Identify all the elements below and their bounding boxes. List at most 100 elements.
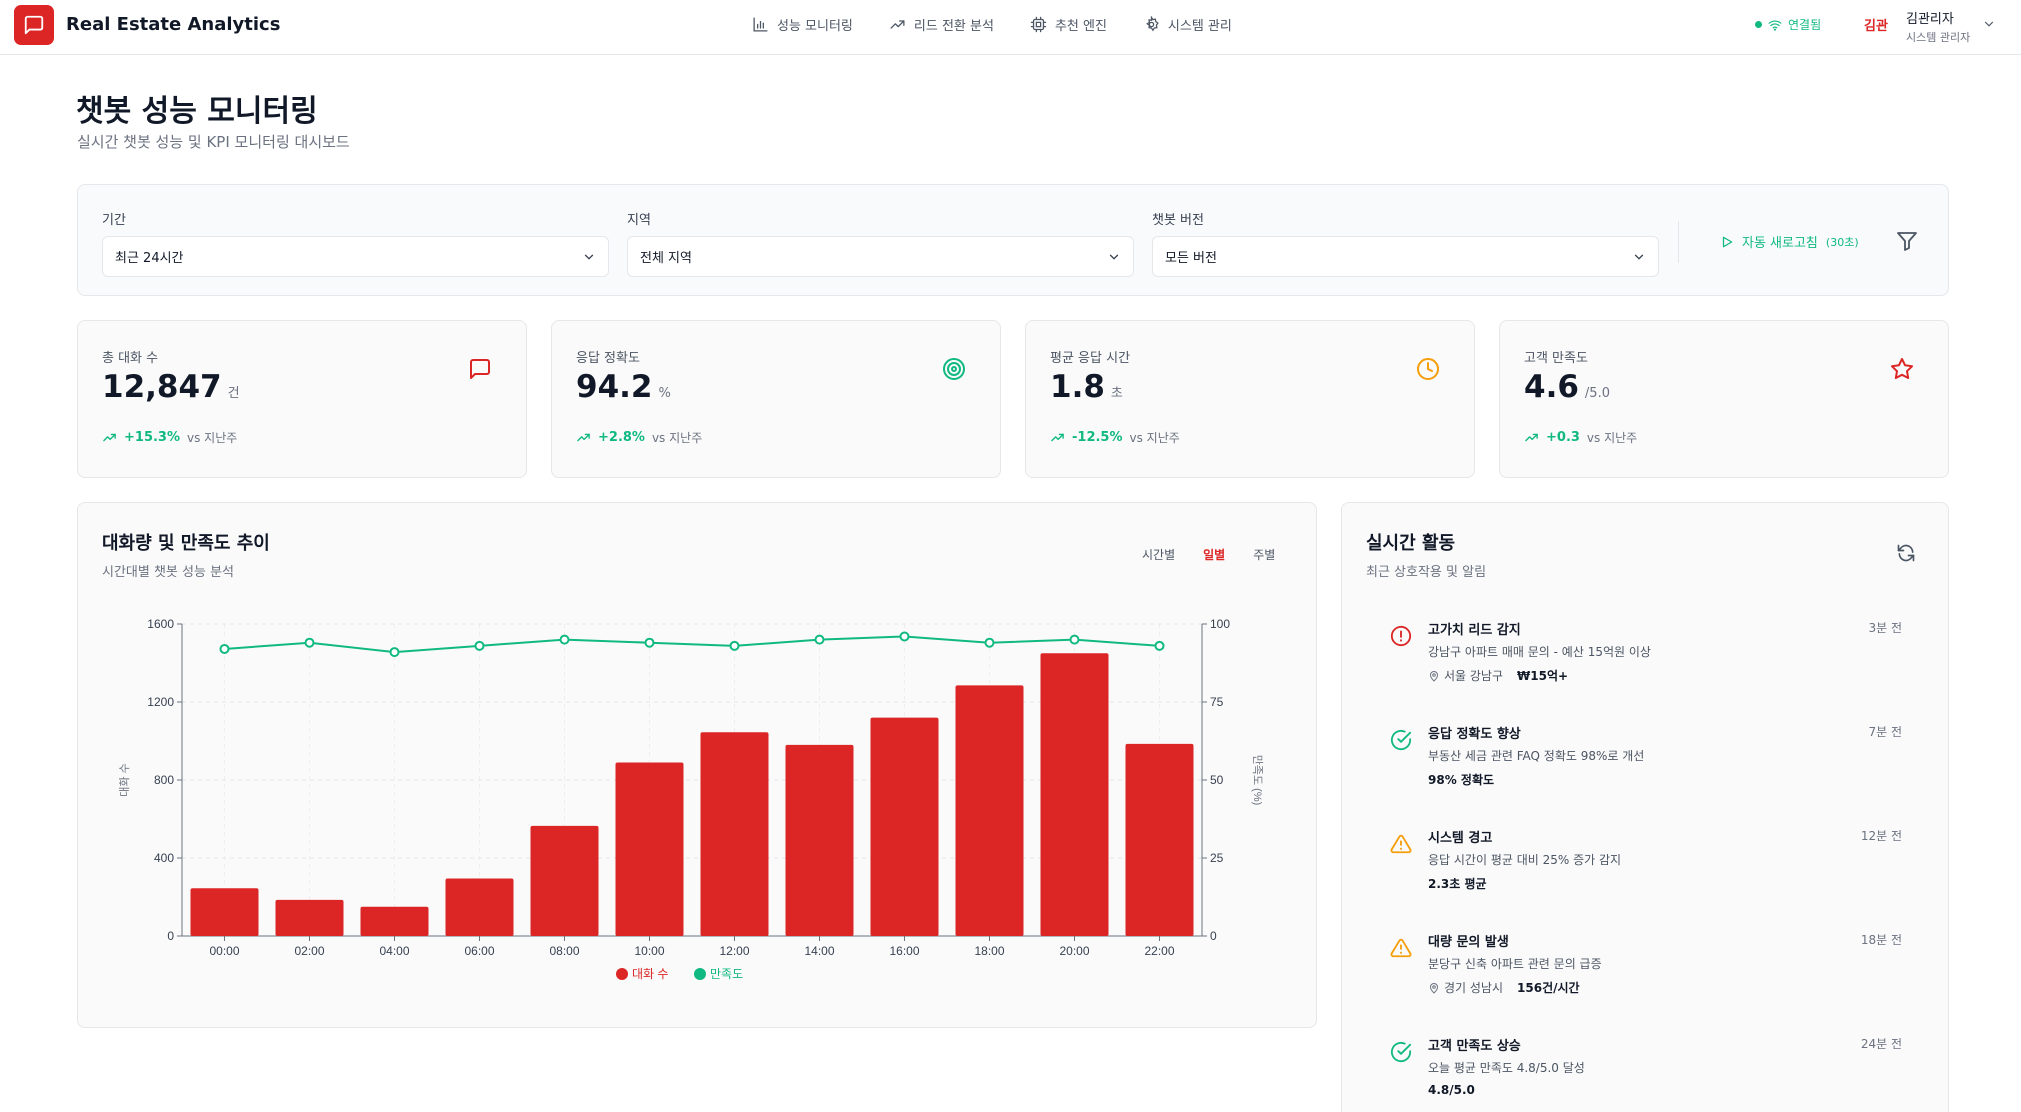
kpi-label: 고객 만족도 [1524, 351, 1588, 366]
activity-item-title: 시스템 경고 [1428, 831, 1493, 846]
region-label: 지역 [627, 213, 651, 228]
x-tick-label: 18:00 [974, 944, 1004, 958]
satisfaction-point [899, 631, 910, 642]
activity-item-title: 대량 문의 발생 [1428, 935, 1509, 950]
avatar[interactable]: 김관 [1864, 15, 1888, 34]
chart-bar [1040, 653, 1109, 936]
activity-item-value: 2.3초 평균 [1428, 877, 1487, 891]
legend-marker-conversations [616, 968, 628, 980]
version-value: 모든 버전 [1165, 251, 1217, 266]
satisfaction-point [644, 637, 655, 648]
nav-lead-conversion[interactable]: 리드 전환 분석 [889, 15, 994, 34]
y2-tick-label: 0 [1210, 929, 1217, 943]
x-tick-label: 02:00 [294, 944, 324, 958]
refresh-icon[interactable] [1896, 543, 1916, 563]
version-label: 챗봇 버전 [1152, 213, 1204, 228]
y-tick-label: 1200 [147, 695, 174, 709]
app-title: Real Estate Analytics [66, 14, 281, 35]
chart-bar [275, 899, 344, 936]
status-dot [1755, 21, 1762, 28]
chart-bar [615, 762, 684, 936]
kpi-value: 1.8 초 [1050, 369, 1123, 405]
chevron-down-icon [1109, 254, 1119, 260]
nav-performance-monitoring[interactable]: 성능 모니터링 [752, 15, 853, 34]
divider [1678, 221, 1679, 263]
play-icon [1722, 236, 1733, 247]
y-axis-label: 대화 수 [118, 763, 131, 796]
kpi-change-ref: vs 지난주 [1586, 431, 1638, 445]
satisfaction-point [219, 643, 230, 654]
activity-item-meta: 98% 정확도 [1428, 771, 1494, 788]
kpi-card-satisfaction: 고객 만족도 4.6/5.0 +0.3 vs 지난주 [1499, 320, 1949, 478]
activity-item-time: 3분 전 [1868, 621, 1902, 635]
user-role: 시스템 관리자 [1906, 31, 1971, 44]
activity-item-meta: 경기 성남시 156건/시간 [1428, 979, 1580, 996]
kpi-card-accuracy: 응답 정확도 94.2% +2.8% vs 지난주 [551, 320, 1001, 478]
check-circle-icon [1390, 1041, 1412, 1063]
satisfaction-point [1154, 640, 1165, 651]
top-bar: Real Estate Analytics 성능 모니터링 리드 전환 분석 추… [0, 0, 2021, 55]
kpi-card-conversations: 총 대화 수 12,847 건 +15.3% vs 지난주 [77, 320, 527, 478]
y-tick-label: 1600 [147, 617, 174, 631]
gear-icon [1146, 16, 1159, 32]
message-square-icon [24, 15, 44, 35]
period-select[interactable]: 최근 24시간 [102, 236, 609, 277]
satisfaction-point [729, 640, 740, 651]
nav-label: 리드 전환 분석 [913, 19, 994, 34]
activity-item[interactable]: 고객 만족도 상승 24분 전 오늘 평균 만족도 4.8/5.0 달성 4.8… [1366, 1023, 1926, 1112]
cpu-icon [1030, 16, 1047, 33]
satisfaction-line [224, 635, 1160, 654]
wifi-icon [1768, 19, 1782, 31]
region-select[interactable]: 전체 지역 [627, 236, 1134, 277]
nav-recommendation-engine[interactable]: 추천 엔진 [1030, 15, 1107, 34]
trend-chart: 0 400 800 1200 1600 0 25 50 75 100 00:00 02:00 04:00… [118, 617, 1264, 981]
activity-item-value: 98% 정확도 [1428, 773, 1495, 787]
y-tick-label: 0 [167, 929, 174, 943]
activity-item-value: 156건/시간 [1517, 981, 1580, 995]
activity-item-desc: 응답 시간이 평균 대비 25% 증가 감지 [1428, 853, 1622, 867]
activity-item[interactable]: 응답 정확도 향상 7분 전 부동산 세금 관련 FAQ 정확도 98%로 개선… [1366, 711, 1926, 803]
chart-bar [360, 906, 429, 936]
page-title: 챗봇 성능 모니터링 [76, 94, 318, 129]
chart-bar [955, 685, 1024, 936]
kpi-change-ref: vs 지난주 [651, 431, 703, 445]
filter-icon[interactable] [1895, 229, 1919, 253]
auto-refresh-button[interactable]: 자동 새로고침 (30초) [1720, 232, 1859, 251]
satisfaction-point [304, 637, 315, 648]
nav-label: 성능 모니터링 [777, 19, 853, 34]
alert-circle-icon [1390, 625, 1412, 647]
satisfaction-point [559, 634, 570, 645]
activity-item[interactable]: 대량 문의 발생 18분 전 분당구 신축 아파트 관련 문의 급증 경기 성남… [1366, 919, 1926, 1011]
auto-refresh-label: 자동 새로고침 [1742, 236, 1818, 251]
kpi-change-value: +2.8% [598, 430, 645, 445]
kpi-value: 12,847 건 [102, 369, 240, 405]
activity-title: 실시간 활동 [1366, 533, 1456, 554]
kpi-unit: % [658, 386, 671, 401]
trending-up-icon [577, 433, 590, 442]
user-menu[interactable]: 김관리자 시스템 관리자 [1906, 8, 1970, 45]
nav-system-admin[interactable]: 시스템 관리 [1143, 15, 1232, 34]
chevron-down-icon[interactable] [1982, 17, 1996, 31]
activity-item-meta: 2.3초 평균 [1428, 875, 1487, 892]
page-subtitle: 실시간 챗봇 성능 및 KPI 모니터링 대시보드 [77, 133, 350, 151]
period-value: 최근 24시간 [115, 251, 184, 266]
location-text: 서울 강남구 [1444, 669, 1504, 683]
nav-label: 추천 엔진 [1054, 19, 1107, 34]
activity-item[interactable]: 고가치 리드 감지 3분 전 강남구 아파트 매매 문의 - 예산 15억원 이… [1366, 607, 1926, 699]
activity-item[interactable]: 시스템 경고 12분 전 응답 시간이 평균 대비 25% 증가 감지 2.3초… [1366, 815, 1926, 907]
activity-item-desc: 분당구 신축 아파트 관련 문의 급증 [1428, 957, 1602, 971]
map-pin-icon [1429, 670, 1439, 682]
x-tick-label: 04:00 [379, 944, 409, 958]
kpi-card-response-time: 평균 응답 시간 1.8 초 -12.5% vs 지난주 [1025, 320, 1475, 478]
y-tick-label: 400 [154, 851, 174, 865]
app-logo[interactable] [14, 5, 54, 45]
activity-item-value: ₩15억+ [1517, 669, 1569, 683]
kpi-number: 12,847 [102, 369, 222, 405]
version-select[interactable]: 모든 버전 [1152, 236, 1659, 277]
satisfaction-point [814, 634, 825, 645]
chart-bar [190, 888, 259, 936]
trend-chart-card: 대화량 및 만족도 추이 시간대별 챗봇 성능 분석 시간별 일별 주별 0 40… [77, 502, 1317, 1028]
activity-item-desc: 부동산 세금 관련 FAQ 정확도 98%로 개선 [1428, 749, 1645, 763]
x-tick-label: 10:00 [634, 944, 664, 958]
activity-item-desc: 강남구 아파트 매매 문의 - 예산 15억원 이상 [1428, 645, 1651, 659]
